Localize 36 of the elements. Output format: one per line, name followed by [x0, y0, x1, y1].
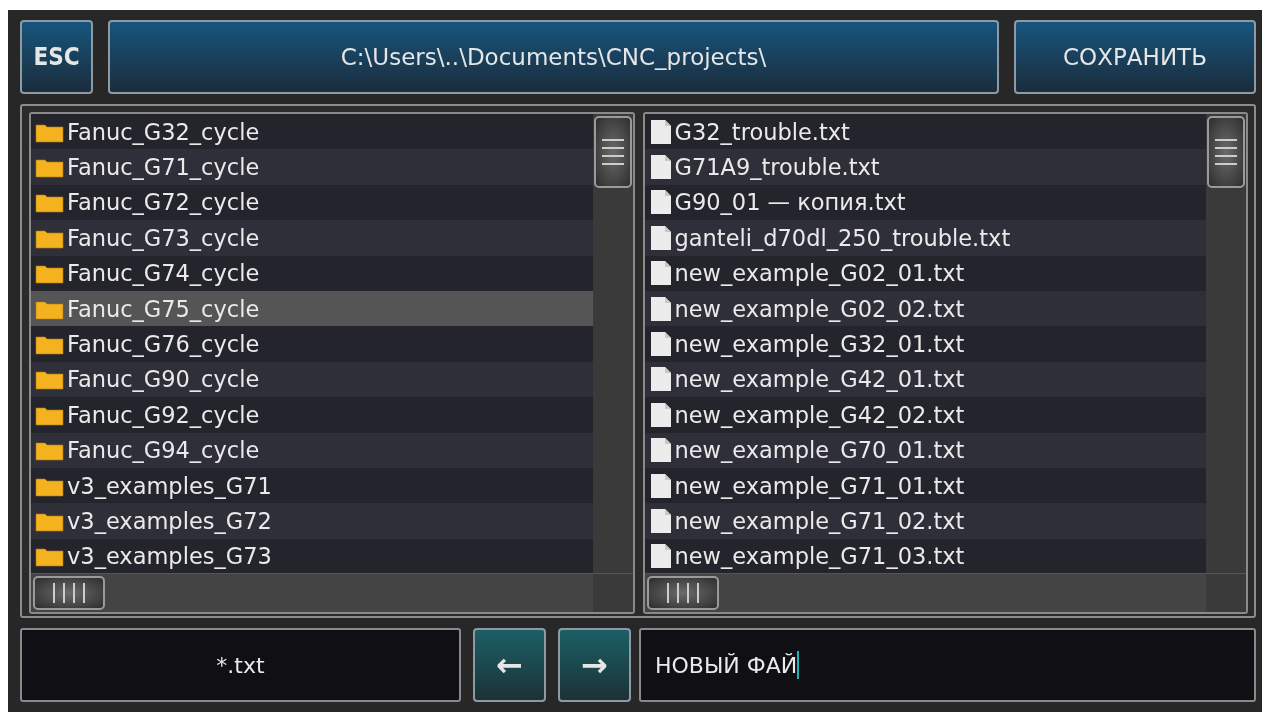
save-button[interactable]: СОХРАНИТЬ	[1014, 20, 1256, 94]
scrollbar-thumb[interactable]	[33, 576, 105, 610]
document-icon	[648, 508, 673, 534]
document-icon	[648, 118, 673, 145]
document-icon	[648, 543, 673, 570]
document-icon	[648, 260, 673, 287]
folder-item[interactable]: Fanuc_G75_cycle	[31, 290, 593, 327]
back-button[interactable]: ←	[473, 628, 546, 702]
file-item[interactable]: new_example_G71_02.txt	[644, 503, 1206, 539]
folder-item[interactable]: Fanuc_G90_cycle	[31, 361, 593, 398]
file-item[interactable]: new_example_G42_01.txt	[644, 361, 1206, 398]
document-icon	[648, 472, 673, 499]
folder-item[interactable]: v3_examples_G72	[31, 503, 593, 539]
document-icon	[648, 437, 673, 464]
file-item[interactable]: new_example_G70_01.txt	[644, 432, 1206, 468]
folder-item[interactable]: Fanuc_G71_cycle	[31, 149, 593, 185]
forward-button[interactable]: →	[558, 628, 631, 702]
filter-field[interactable]: *.txt	[20, 628, 461, 702]
document-icon	[648, 154, 673, 181]
file-item[interactable]: G71A9_trouble.txt	[644, 149, 1206, 185]
escape-button[interactable]: ESC	[20, 20, 93, 94]
document-icon	[648, 189, 673, 216]
file-name-field[interactable]: НОВЫЙ ФАЙ	[639, 628, 1256, 702]
folder-item[interactable]: Fanuc_G73_cycle	[31, 220, 593, 256]
scrollbar-thumb[interactable]	[1207, 116, 1245, 188]
document-icon	[648, 224, 673, 251]
scrollbar-thumb[interactable]	[646, 576, 719, 610]
path-bar: C:\Users\..\Documents\CNC_projects\	[108, 20, 999, 94]
document-icon	[648, 295, 673, 322]
document-icon	[648, 331, 673, 358]
scrollbar-thumb[interactable]	[593, 116, 632, 188]
file-item[interactable]: ganteli_d70dl_250_trouble.txt	[644, 220, 1206, 256]
folder-item[interactable]: Fanuc_G94_cycle	[31, 432, 593, 468]
document-icon	[648, 401, 673, 428]
document-icon	[648, 366, 673, 393]
file-item[interactable]: new_example_G02_02.txt	[644, 290, 1206, 327]
